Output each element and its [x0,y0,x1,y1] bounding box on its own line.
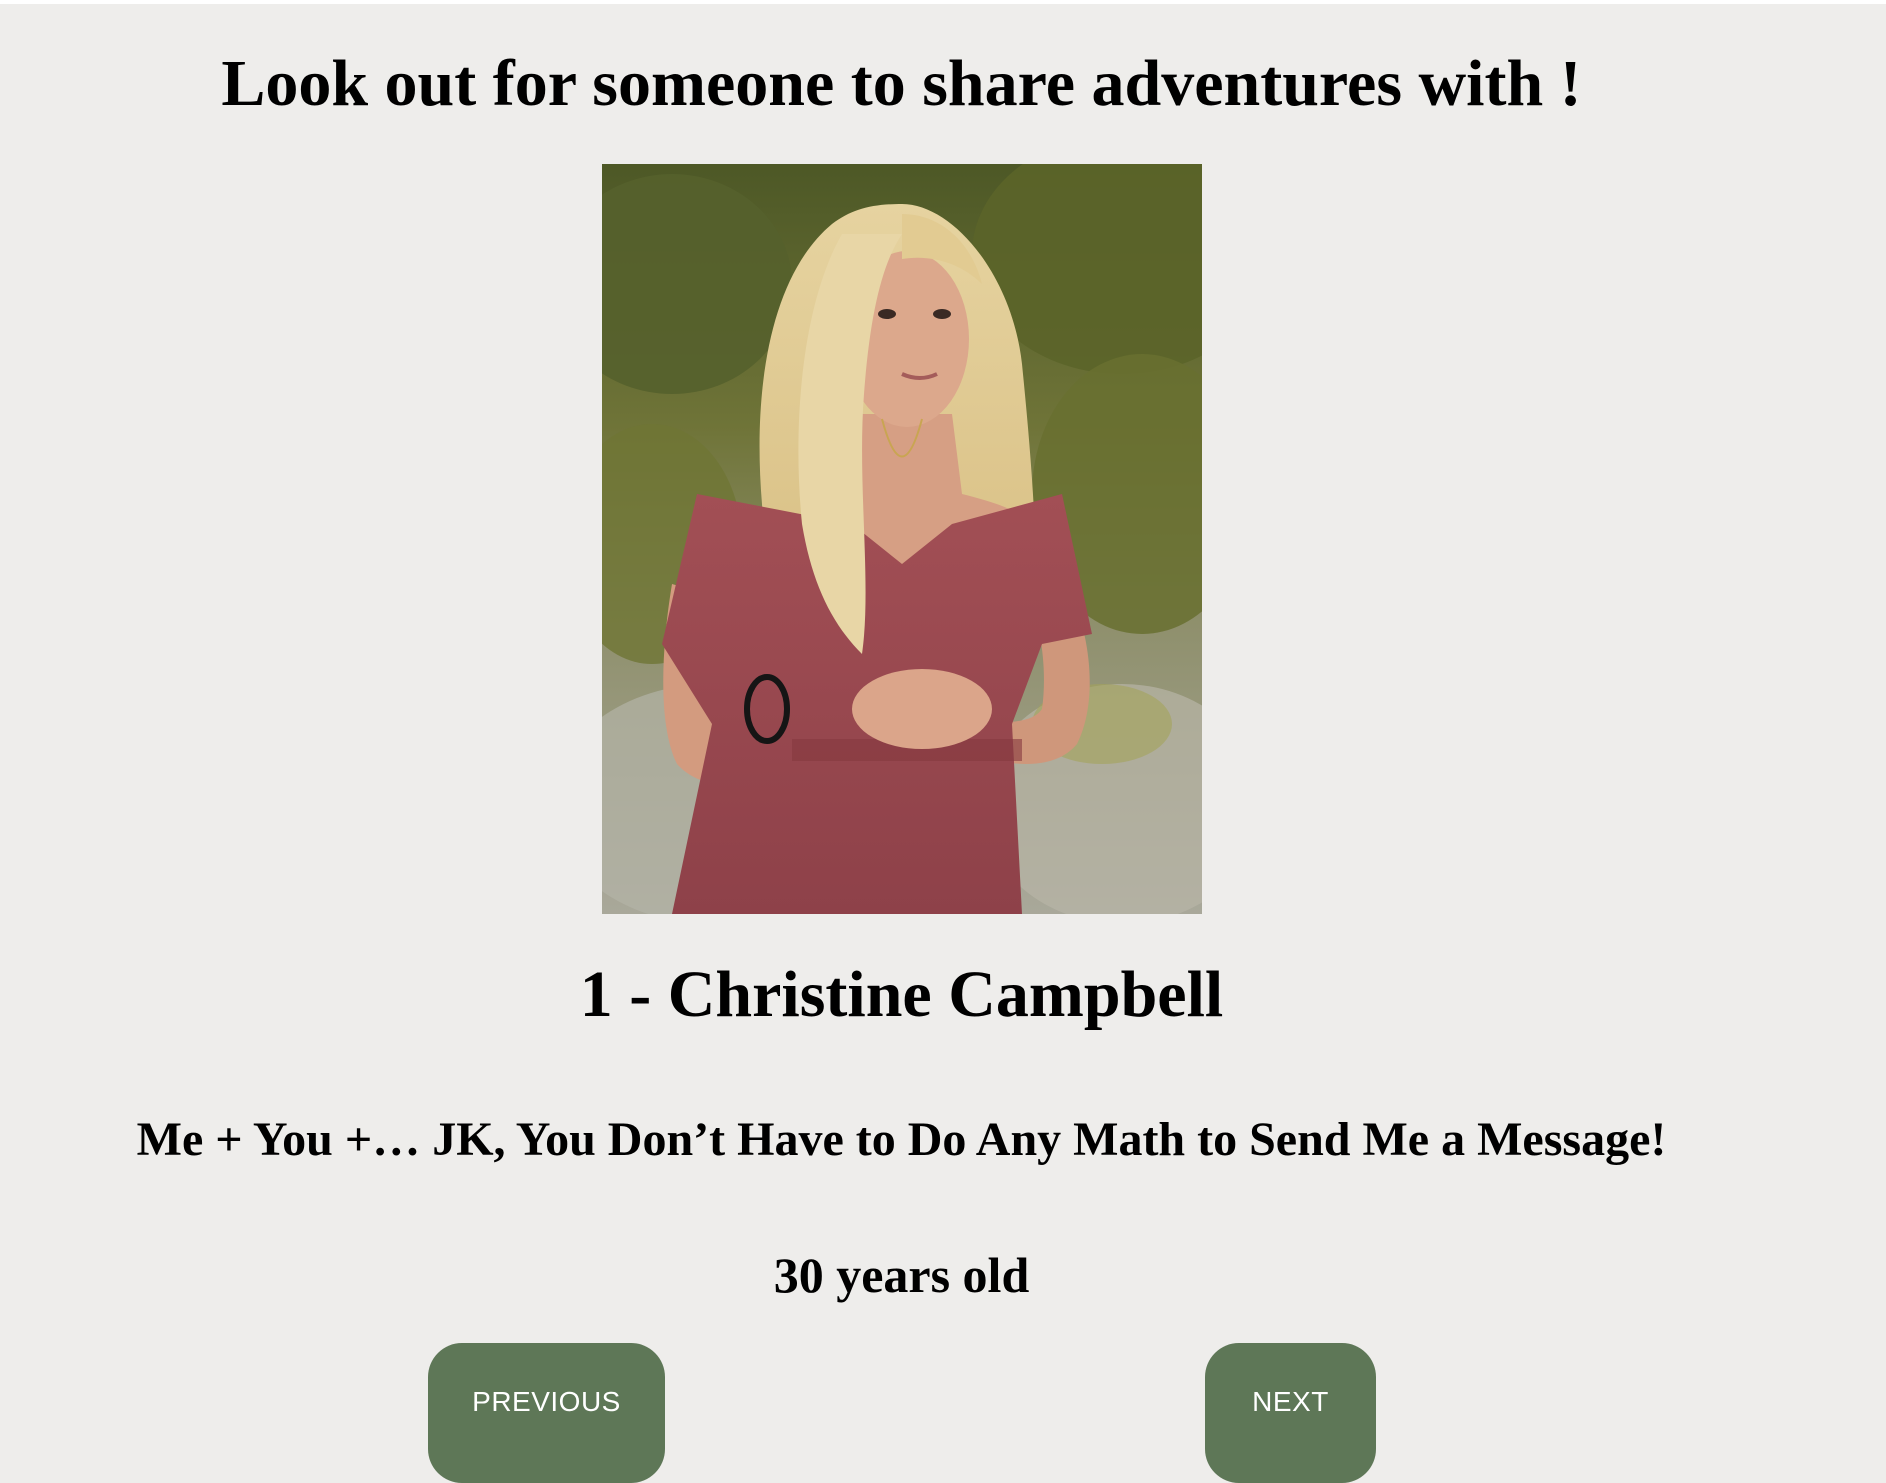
profile-page: Look out for someone to share adventures… [0,0,1803,1483]
previous-button[interactable]: PREVIOUS [428,1343,665,1483]
profile-age: 30 years old [773,1247,1030,1303]
page-headline: Look out for someone to share adventures… [221,47,1582,120]
profile-name: 1 - Christine Campbell [579,958,1224,1031]
profile-photo [602,164,1202,914]
profile-tagline: Me + You +… JK, You Don’t Have to Do Any… [136,1113,1667,1166]
next-button[interactable]: NEXT [1205,1343,1376,1483]
